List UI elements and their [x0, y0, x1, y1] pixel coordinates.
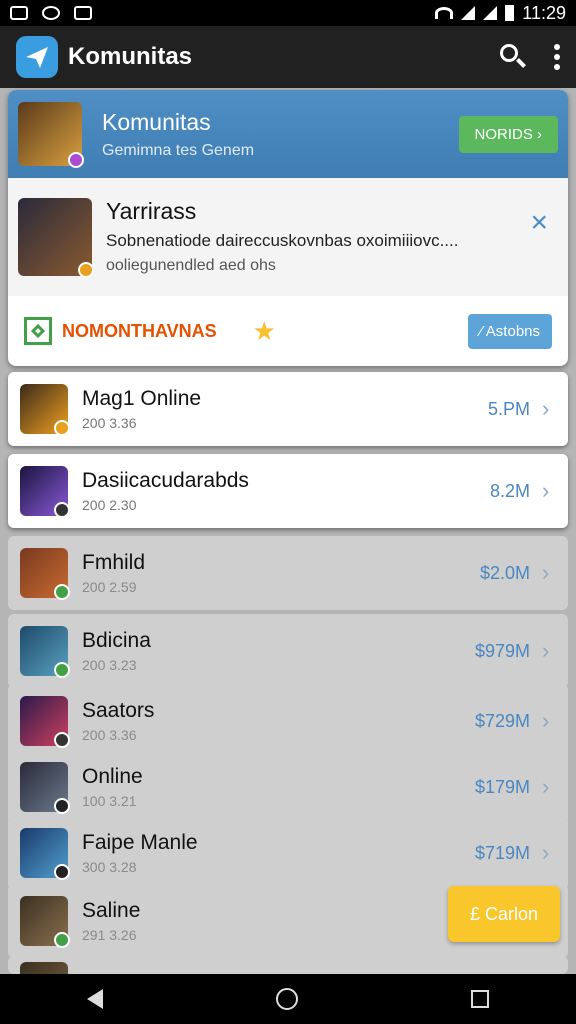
badge-icon: [54, 502, 70, 518]
badge-icon: [54, 864, 70, 880]
game-thumbnail: [20, 696, 70, 748]
item-price: 8.2M: [489, 480, 530, 501]
item-meta: 200 3.23: [82, 657, 137, 673]
list-item[interactable]: Faipe Manle 300 3.28 $719M ›: [8, 816, 568, 890]
more-vert-icon[interactable]: [554, 44, 560, 70]
badge-icon: [54, 584, 70, 600]
item-name: Dasiicacudarabds: [82, 469, 249, 492]
item-name: Mag1 Online: [82, 387, 202, 410]
signal-icon: [461, 6, 476, 20]
game-thumbnail: [20, 896, 70, 948]
banner-subtitle: Gemimna tes Genem: [102, 141, 255, 159]
badge-icon: [54, 932, 70, 948]
recents-icon[interactable]: [471, 990, 490, 1008]
rating-action-button[interactable]: ⁄ Astobns: [467, 313, 552, 349]
home-icon[interactable]: [275, 988, 298, 1010]
status-time: 11:29: [522, 2, 566, 23]
app-title: Komunitas: [68, 43, 193, 70]
item-meta: 200 2.59: [82, 579, 137, 595]
game-thumbnail: [20, 626, 70, 678]
status-bar: 11:29: [0, 0, 576, 26]
item-meta: 200 3.36: [82, 727, 137, 743]
sync-icon: [42, 6, 60, 20]
item-meta: 291 3.26: [82, 927, 137, 943]
game-thumbnail: [20, 384, 70, 436]
back-icon[interactable]: [86, 989, 103, 1009]
game-thumbnail: [20, 466, 70, 518]
badge-icon: [54, 798, 70, 814]
game-thumbnail: [20, 762, 70, 814]
badge-icon: [68, 152, 84, 168]
item-price: $719M: [474, 842, 530, 863]
community-banner[interactable]: Komunitas Gemimna tes Genem NORIDS ›: [8, 90, 568, 178]
badge-icon: [54, 732, 70, 748]
item-price: $979M: [474, 640, 530, 661]
chevron-right-icon: ›: [542, 774, 550, 799]
search-icon[interactable]: [498, 42, 528, 72]
item-name: Bdicina: [82, 629, 151, 652]
list-item[interactable]: Saators 200 3.36 $729M ›: [8, 684, 568, 758]
list-item[interactable]: Dasiicacudarabds 200 2.30 8.2M ›: [8, 454, 568, 528]
item-price: $179M: [474, 776, 530, 797]
game-thumbnail: [18, 102, 84, 168]
chevron-right-icon: ›: [542, 478, 550, 503]
battery-icon: [505, 5, 515, 21]
claim-button[interactable]: £ Carlon: [448, 886, 560, 942]
notice-description: Sobnenatiode daireccuskovnbas oxoimiiiov…: [106, 231, 459, 250]
list-item[interactable]: Bdicina 200 3.23 $979M ›: [8, 614, 568, 688]
game-thumbnail: [20, 548, 70, 600]
checkbox-icon[interactable]: [24, 317, 52, 345]
mail-icon: [74, 6, 92, 20]
chevron-right-icon: ›: [542, 560, 550, 585]
wifi-icon: [435, 7, 454, 19]
item-name: Online: [82, 765, 143, 788]
item-price: $2.0M: [479, 562, 530, 583]
star-icon[interactable]: ★: [253, 316, 276, 347]
item-name: Saators: [82, 699, 155, 722]
item-name: Fmhild: [82, 551, 146, 574]
paper-plane-icon: [16, 36, 58, 78]
item-price: $729M: [474, 710, 530, 731]
close-icon[interactable]: ×: [530, 206, 548, 240]
app-bar: Komunitas: [0, 26, 576, 88]
list-item[interactable]: Mag1 Online 200 3.36 5.PM ›: [8, 372, 568, 446]
banner-action-button[interactable]: NORIDS ›: [458, 115, 558, 153]
navigation-bar: [0, 974, 576, 1024]
item-meta: 300 3.28: [82, 859, 137, 875]
chevron-right-icon: ›: [542, 840, 550, 865]
chevron-right-icon: ›: [542, 708, 550, 733]
notice-subtext: ooliegunendled aed ohs: [106, 257, 276, 274]
list-item[interactable]: Online 100 3.21 $179M ›: [8, 750, 568, 824]
badge-icon: [54, 420, 70, 436]
gallery-icon: [10, 6, 28, 20]
game-thumbnail: [18, 198, 94, 278]
chevron-right-icon: ›: [542, 638, 550, 663]
list-item[interactable]: [8, 956, 568, 974]
banner-title: Komunitas: [102, 108, 211, 135]
notice-title: Yarrirass: [106, 198, 197, 224]
list-item[interactable]: Fmhild 200 2.59 $2.0M ›: [8, 536, 568, 610]
item-meta: 100 3.21: [82, 793, 137, 809]
rating-row: NOMONTHAVNAS ★ ⁄ Astobns: [8, 296, 568, 366]
item-price: 5.PM: [487, 398, 530, 419]
item-meta: 200 3.36: [82, 415, 137, 431]
item-meta: 200 2.30: [82, 497, 137, 513]
signal-icon-2: [483, 6, 498, 20]
rating-label: NOMONTHAVNAS: [62, 320, 217, 341]
game-thumbnail: [20, 828, 70, 880]
item-name: Faipe Manle: [82, 831, 198, 854]
badge-icon: [54, 662, 70, 678]
chevron-right-icon: ›: [542, 396, 550, 421]
community-panel: Komunitas Gemimna tes Genem NORIDS › Yar…: [8, 90, 568, 366]
game-thumbnail: [20, 962, 68, 974]
badge-icon: [78, 262, 94, 278]
notice-card[interactable]: Yarrirass Sobnenatiode daireccuskovnbas …: [8, 178, 568, 296]
item-name: Saline: [82, 899, 141, 922]
